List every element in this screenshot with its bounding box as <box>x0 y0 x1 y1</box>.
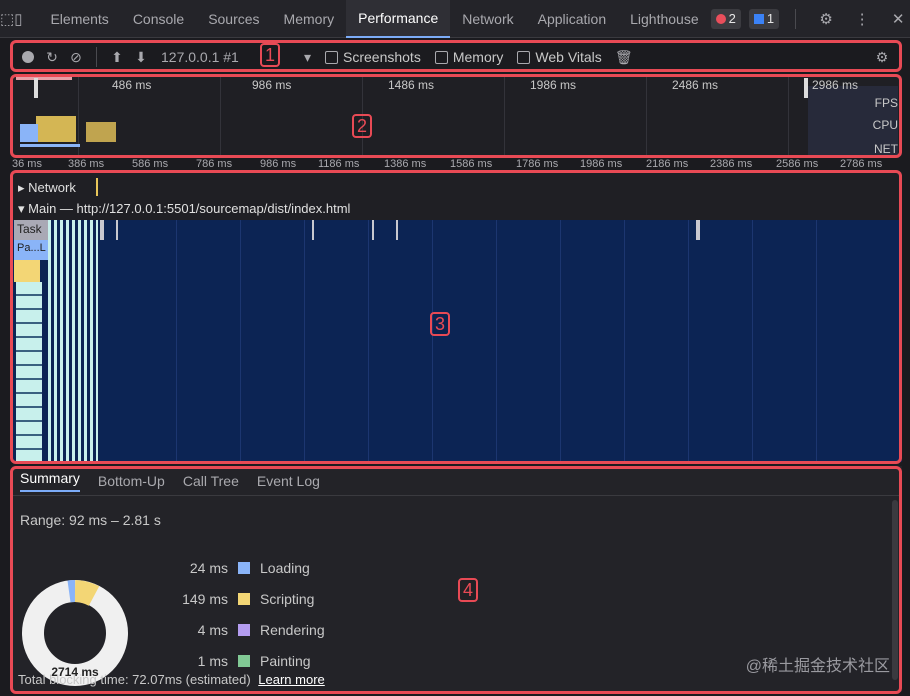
ruler-tick: 586 ms <box>132 158 169 170</box>
ruler-tick: 36 ms <box>12 158 42 170</box>
ruler-tick: 1386 ms <box>384 158 427 170</box>
more-options-icon[interactable]: ⋮ <box>848 0 876 38</box>
ruler-tick: 1586 ms <box>450 158 493 170</box>
ruler-tick: 2786 ms <box>840 158 883 170</box>
message-icon <box>753 13 764 24</box>
devtools-tabbar: ⬚ ▯ Elements Console Sources Memory Perf… <box>0 0 910 38</box>
time-ruler: 36 ms 386 ms 586 ms 786 ms 986 ms 1186 m… <box>12 158 902 170</box>
annotation-number-4: 4 <box>458 578 479 602</box>
error-count: 2 <box>728 11 736 26</box>
annotation-box-2 <box>10 74 902 158</box>
ruler-tick: 1986 ms <box>580 158 623 170</box>
divider <box>795 8 797 29</box>
message-count: 1 <box>766 11 775 26</box>
device-toolbar-icon[interactable]: ▯ <box>14 0 22 38</box>
error-icon <box>715 13 726 24</box>
tab-application[interactable]: Application <box>526 0 619 38</box>
settings-gear-icon[interactable]: ⚙ <box>812 0 840 38</box>
annotation-box-4 <box>10 466 902 694</box>
tab-lighthouse[interactable]: Lighthouse <box>618 0 711 38</box>
annotation-number-1: 1 <box>260 43 281 67</box>
ruler-tick: 2586 ms <box>776 158 819 170</box>
ruler-tick: 786 ms <box>196 158 233 170</box>
annotation-number-2: 2 <box>352 114 373 138</box>
error-badge[interactable]: 2 <box>710 8 741 29</box>
tab-network[interactable]: Network <box>450 0 525 38</box>
tab-elements[interactable]: Elements <box>38 0 120 38</box>
ruler-tick: 386 ms <box>68 158 105 170</box>
message-badge[interactable]: 1 <box>748 8 780 29</box>
tab-memory[interactable]: Memory <box>272 0 347 38</box>
ruler-tick: 1186 ms <box>318 158 360 170</box>
ruler-tick: 1786 ms <box>516 158 559 170</box>
annotation-number-3: 3 <box>430 312 451 336</box>
tab-console[interactable]: Console <box>121 0 196 38</box>
ruler-tick: 2386 ms <box>710 158 753 170</box>
inspect-element-icon[interactable]: ⬚ <box>0 0 14 38</box>
close-icon[interactable]: ✕ <box>884 0 910 38</box>
tab-performance[interactable]: Performance <box>346 0 451 38</box>
tab-sources[interactable]: Sources <box>196 0 271 38</box>
annotation-box-1 <box>10 40 902 72</box>
ruler-tick: 2186 ms <box>646 158 689 170</box>
ruler-tick: 986 ms <box>260 158 297 170</box>
annotation-box-3 <box>10 170 902 464</box>
